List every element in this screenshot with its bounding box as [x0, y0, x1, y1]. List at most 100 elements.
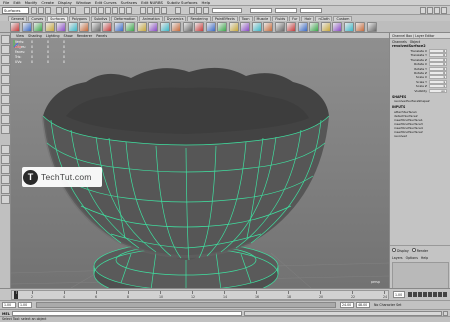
lasso-tool-icon[interactable]	[1, 45, 10, 54]
current-frame-field[interactable]: 1.00	[393, 291, 405, 298]
universal-manipulator-icon[interactable]	[1, 95, 10, 104]
trim-icon[interactable]	[240, 22, 250, 32]
last-tool-icon[interactable]	[1, 125, 10, 134]
attribute-value[interactable]: 0	[429, 57, 447, 62]
ipr-render-icon[interactable]	[196, 7, 202, 14]
layer-menu-options[interactable]: Options	[406, 256, 418, 260]
fillet-icon[interactable]	[355, 22, 365, 32]
square-surface-icon[interactable]	[217, 22, 227, 32]
menu-edit[interactable]: Edit	[13, 0, 20, 5]
align-icon[interactable]	[309, 22, 319, 32]
rotate-tool-icon[interactable]	[1, 75, 10, 84]
construction-history-icon[interactable]	[175, 7, 181, 14]
panel-menu-shading[interactable]: Shading	[28, 34, 42, 38]
hypershade-layout-icon[interactable]	[1, 185, 10, 194]
save-scene-icon[interactable]	[45, 7, 51, 14]
step-back-frame-icon[interactable]	[418, 292, 422, 297]
panel-menu-renderer[interactable]: Renderer	[77, 34, 92, 38]
soft-modification-icon[interactable]	[1, 105, 10, 114]
nurbs-plane-icon[interactable]	[56, 22, 66, 32]
playback-end-field[interactable]: 24.00	[340, 302, 354, 308]
step-back-key-icon[interactable]	[413, 292, 417, 297]
mask-rendering-icon[interactable]	[126, 7, 132, 14]
layer-list[interactable]	[392, 262, 449, 290]
rebuild-icon[interactable]	[332, 22, 342, 32]
display-layer-radio[interactable]: Display	[392, 248, 409, 253]
menu-subdiv-surfaces[interactable]: Subdiv Surfaces	[167, 0, 198, 5]
attribute-value[interactable]: 0	[429, 62, 447, 67]
render-layer-radio[interactable]: Render	[411, 248, 428, 253]
select-hierarchy-icon[interactable]	[56, 7, 62, 14]
snap-point-icon[interactable]	[154, 7, 160, 14]
toggle-channel-box-icon[interactable]	[434, 7, 440, 14]
pencil-curve-icon[interactable]	[125, 22, 135, 32]
loft-icon[interactable]	[159, 22, 170, 32]
attribute-value[interactable]: 1	[429, 79, 447, 84]
show-manipulator-icon[interactable]	[1, 115, 10, 124]
perspective-outliner-layout-icon[interactable]	[1, 165, 10, 174]
untrim-icon[interactable]	[251, 22, 262, 32]
paint-select-tool-icon[interactable]	[1, 55, 10, 64]
mask-curves-icon[interactable]	[98, 7, 104, 14]
open-scene-icon[interactable]	[38, 7, 44, 14]
nurbs-sphere-icon[interactable]	[10, 22, 20, 32]
attach-icon[interactable]	[286, 22, 296, 32]
z-input-field[interactable]	[300, 8, 322, 13]
mask-dynamics-icon[interactable]	[119, 7, 125, 14]
panel-menu-show[interactable]: Show	[64, 34, 73, 38]
stitch-icon[interactable]	[366, 22, 377, 32]
nurbs-cylinder-icon[interactable]	[33, 22, 43, 32]
animation-start-field[interactable]: 1.00	[2, 302, 16, 308]
nurbs-circle-icon[interactable]	[79, 22, 89, 32]
birail-icon[interactable]	[194, 22, 204, 32]
time-slider-track[interactable]: 1 2 4 6 8 10 12 14 16 18 20 22 24	[11, 290, 389, 300]
menu-modify[interactable]: Modify	[25, 0, 38, 5]
select-component-icon[interactable]	[70, 7, 76, 14]
snap-grid-icon[interactable]	[140, 7, 146, 14]
four-view-layout-icon[interactable]	[1, 155, 10, 164]
toggle-attribute-editor-icon[interactable]	[420, 7, 426, 14]
go-to-end-icon[interactable]	[443, 292, 447, 297]
toggle-layer-editor-icon[interactable]	[441, 7, 447, 14]
menu-edit-curves[interactable]: Edit Curves	[95, 0, 117, 5]
render-settings-icon[interactable]	[203, 7, 209, 14]
render-icon[interactable]	[189, 7, 195, 14]
snap-view-plane-icon[interactable]	[161, 7, 167, 14]
nurbs-cube-icon[interactable]	[21, 22, 32, 32]
attribute-value[interactable]: 0	[429, 53, 447, 58]
character-set-menu[interactable]: No Character Set	[374, 303, 401, 307]
animation-end-field[interactable]: 48.00	[356, 302, 370, 308]
attribute-value[interactable]: on	[429, 88, 447, 93]
arc-curve-icon[interactable]	[136, 22, 147, 32]
nurbs-square-icon[interactable]	[90, 22, 101, 32]
attribute-name[interactable]: Visibility	[390, 89, 429, 93]
channel-menu-object[interactable]: Object	[410, 40, 420, 44]
boundary-icon[interactable]	[205, 22, 216, 32]
attribute-value[interactable]: 0	[429, 49, 447, 53]
menu-set-dropdown[interactable]: Surfaces	[2, 7, 29, 14]
menu-display[interactable]: Display	[58, 0, 72, 5]
attribute-value[interactable]: 0	[429, 70, 447, 75]
attribute-value[interactable]: 1	[429, 84, 447, 89]
y-input-field[interactable]	[275, 8, 297, 13]
nurbs-cone-icon[interactable]	[44, 22, 55, 32]
new-scene-icon[interactable]	[31, 7, 37, 14]
layer-menu-layers[interactable]: Layers	[392, 256, 403, 260]
menu-edit-nurbs[interactable]: Edit NURBS	[141, 0, 163, 5]
play-forwards-icon[interactable]	[428, 292, 432, 297]
intersect-icon[interactable]	[274, 22, 285, 32]
menu-file[interactable]: File	[3, 0, 9, 5]
move-tool-icon[interactable]	[1, 65, 10, 74]
x-input-field[interactable]	[250, 8, 272, 13]
detach-icon[interactable]	[297, 22, 308, 32]
panel-menu-view[interactable]: View	[16, 34, 24, 38]
bevel-icon[interactable]	[228, 22, 239, 32]
nurbs-torus-icon[interactable]	[67, 22, 78, 32]
perspective-graph-layout-icon[interactable]	[1, 175, 10, 184]
select-object-icon[interactable]	[63, 7, 69, 14]
snap-curve-icon[interactable]	[147, 7, 153, 14]
menu-create[interactable]: Create	[41, 0, 54, 5]
attribute-value[interactable]: 1	[429, 75, 447, 80]
command-language-label[interactable]: MEL	[2, 312, 10, 316]
shape-node[interactable]: revolvedSurfaceShape2	[390, 99, 450, 103]
